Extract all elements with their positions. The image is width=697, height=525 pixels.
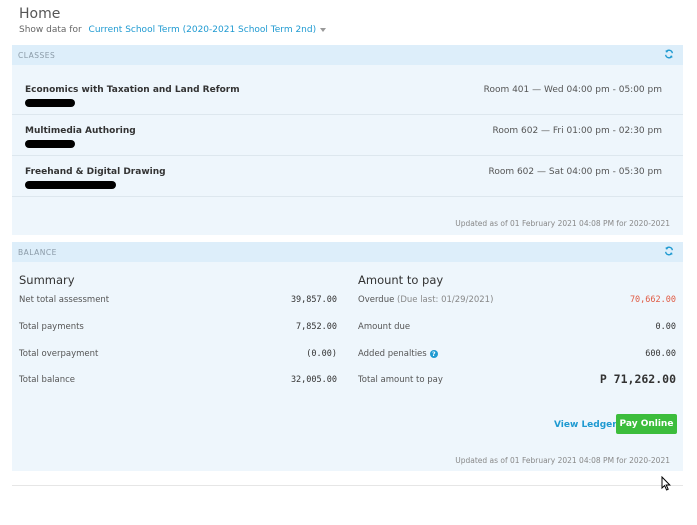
penalties-label: Added penalties? [358, 349, 438, 359]
page-title: Home [19, 6, 61, 22]
pay-online-button[interactable]: Pay Online [616, 414, 677, 434]
class-row[interactable]: Economics with Taxation and Land Reform … [12, 74, 683, 115]
overdue-label: Overdue (Due last: 01/29/2021) [358, 295, 493, 305]
balance-updated-text: Updated as of 01 February 2021 04:08 PM … [455, 456, 670, 465]
summary-row-value: 7,852.00 [296, 322, 337, 332]
summary-row-value: 32,005.00 [290, 375, 337, 385]
summary-title: Summary [19, 273, 75, 287]
summary-row-label: Total payments [19, 322, 84, 332]
summary-row-value: (0.00) [306, 349, 337, 359]
amount-to-pay-title: Amount to pay [358, 273, 444, 287]
summary-row-label: Total balance [19, 375, 76, 385]
summary-row-label: Total overpayment [19, 349, 99, 359]
refresh-icon[interactable] [664, 49, 674, 59]
class-name: Economics with Taxation and Land Reform [25, 85, 240, 95]
overdue-due-date: (Due last: 01/29/2021) [397, 295, 494, 305]
balance-panel: BALANCE Summary Net total assessment 39,… [12, 242, 683, 471]
total-amount-label: Total amount to pay [358, 375, 443, 385]
class-schedule: Room 401 — Wed 04:00 pm - 05:00 pm [483, 85, 662, 95]
show-data-row: Show data for Current School Term (2020-… [19, 25, 327, 35]
redacted-instructor [25, 99, 75, 107]
class-name: Multimedia Authoring [25, 126, 136, 136]
summary-row-label: Net total assessment [19, 295, 110, 305]
overdue-label-text: Overdue [358, 295, 395, 305]
term-selector-value: Current School Term (2020-2021 School Te… [88, 25, 317, 35]
classes-panel-label: CLASSES [18, 51, 56, 60]
footer-divider [12, 485, 683, 486]
class-row[interactable]: Multimedia Authoring Room 602 — Fri 01:0… [12, 115, 683, 156]
refresh-icon[interactable] [664, 246, 674, 256]
help-icon[interactable]: ? [429, 349, 438, 358]
chevron-down-icon [320, 27, 327, 32]
view-ledger-link[interactable]: View Ledger [554, 420, 617, 430]
summary-row-value: 39,857.00 [290, 295, 337, 305]
redacted-instructor [25, 181, 116, 189]
redacted-instructor [25, 140, 75, 148]
overdue-value: 70,662.00 [629, 295, 676, 305]
total-amount-value: P 71,262.00 [599, 372, 676, 386]
classes-panel-header: CLASSES [12, 45, 683, 65]
balance-panel-header: BALANCE [12, 242, 683, 262]
class-schedule: Room 602 — Sat 04:00 pm - 05:30 pm [488, 167, 662, 177]
classes-panel: CLASSES Economics with Taxation and Land… [12, 45, 683, 235]
penalties-label-text: Added penalties [358, 349, 427, 359]
amount-due-label: Amount due [358, 322, 411, 332]
classes-updated-text: Updated as of 01 February 2021 04:08 PM … [455, 219, 670, 228]
mouse-cursor-icon [661, 476, 671, 491]
penalties-value: 600.00 [645, 349, 676, 359]
page-header: Home Show data for Current School Term (… [19, 6, 327, 35]
class-row[interactable]: Freehand & Digital Drawing Room 602 — Sa… [12, 156, 683, 197]
class-name: Freehand & Digital Drawing [25, 167, 166, 177]
class-schedule: Room 602 — Fri 01:00 pm - 02:30 pm [492, 126, 663, 136]
term-selector[interactable]: Current School Term (2020-2021 School Te… [89, 25, 327, 35]
show-data-label: Show data for [19, 25, 82, 35]
balance-panel-label: BALANCE [18, 248, 57, 257]
amount-due-value: 0.00 [655, 322, 676, 332]
